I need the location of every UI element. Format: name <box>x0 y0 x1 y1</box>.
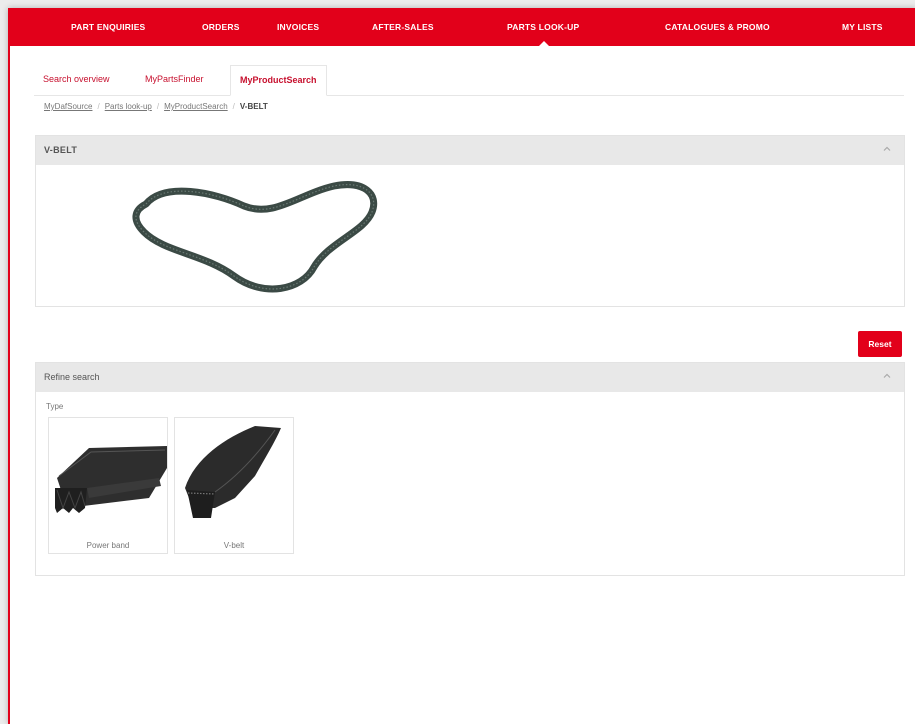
tab-myproductsearch[interactable]: MyProductSearch <box>230 65 327 96</box>
breadcrumb-link-mydafsource[interactable]: MyDafSource <box>44 102 92 111</box>
power-band-image <box>55 446 167 513</box>
breadcrumb-link-parts-look-up[interactable]: Parts look-up <box>105 102 152 111</box>
active-nav-caret <box>538 41 550 47</box>
chevron-up-icon[interactable] <box>882 371 892 381</box>
breadcrumb-separator: / <box>232 102 235 111</box>
breadcrumb: MyDafSource / Parts look-up / MyProductS… <box>44 102 268 111</box>
product-panel: V-BELT <box>35 135 905 307</box>
v-belt-loop-image <box>132 181 378 293</box>
nav-catalogues-promo[interactable]: CATALOGUES & PROMO <box>665 22 770 32</box>
breadcrumb-separator: / <box>156 102 160 111</box>
type-option-label: Power band <box>86 541 130 550</box>
chevron-up-icon[interactable] <box>882 144 892 154</box>
tab-bar: Search overview MyPartsFinder MyProductS… <box>34 65 904 96</box>
breadcrumb-separator: / <box>97 102 100 111</box>
nav-parts-look-up[interactable]: PARTS LOOK-UP <box>507 22 579 32</box>
tab-mypartsfinder[interactable]: MyPartsFinder <box>136 65 213 94</box>
nav-part-enquiries[interactable]: PART ENQUIRIES <box>71 22 145 32</box>
type-option-v-belt[interactable]: V-belt <box>174 417 294 554</box>
nav-after-sales[interactable]: AFTER-SALES <box>372 22 434 32</box>
top-navigation: PART ENQUIRIES ORDERS INVOICES AFTER-SAL… <box>10 8 915 47</box>
browser-frame: PART ENQUIRIES ORDERS INVOICES AFTER-SAL… <box>8 8 915 724</box>
nav-orders[interactable]: ORDERS <box>202 22 240 32</box>
v-belt-image <box>185 426 281 518</box>
product-panel-header[interactable]: V-BELT <box>36 136 904 165</box>
refine-search-header[interactable]: Refine search <box>36 363 904 392</box>
reset-button[interactable]: Reset <box>858 331 902 357</box>
type-option-label: V-belt <box>223 541 245 550</box>
type-filter-label: Type <box>46 402 64 411</box>
nav-invoices[interactable]: INVOICES <box>277 22 319 32</box>
nav-my-lists[interactable]: MY LISTS <box>842 22 883 32</box>
refine-search-panel: Refine search Type Power band V-belt <box>35 362 905 576</box>
breadcrumb-link-myproductsearch[interactable]: MyProductSearch <box>164 102 228 111</box>
refine-search-title: Refine search <box>44 372 100 382</box>
product-panel-title: V-BELT <box>44 145 78 155</box>
tab-search-overview[interactable]: Search overview <box>34 65 119 94</box>
type-option-power-band[interactable]: Power band <box>48 417 168 554</box>
breadcrumb-current: V-BELT <box>239 102 268 111</box>
